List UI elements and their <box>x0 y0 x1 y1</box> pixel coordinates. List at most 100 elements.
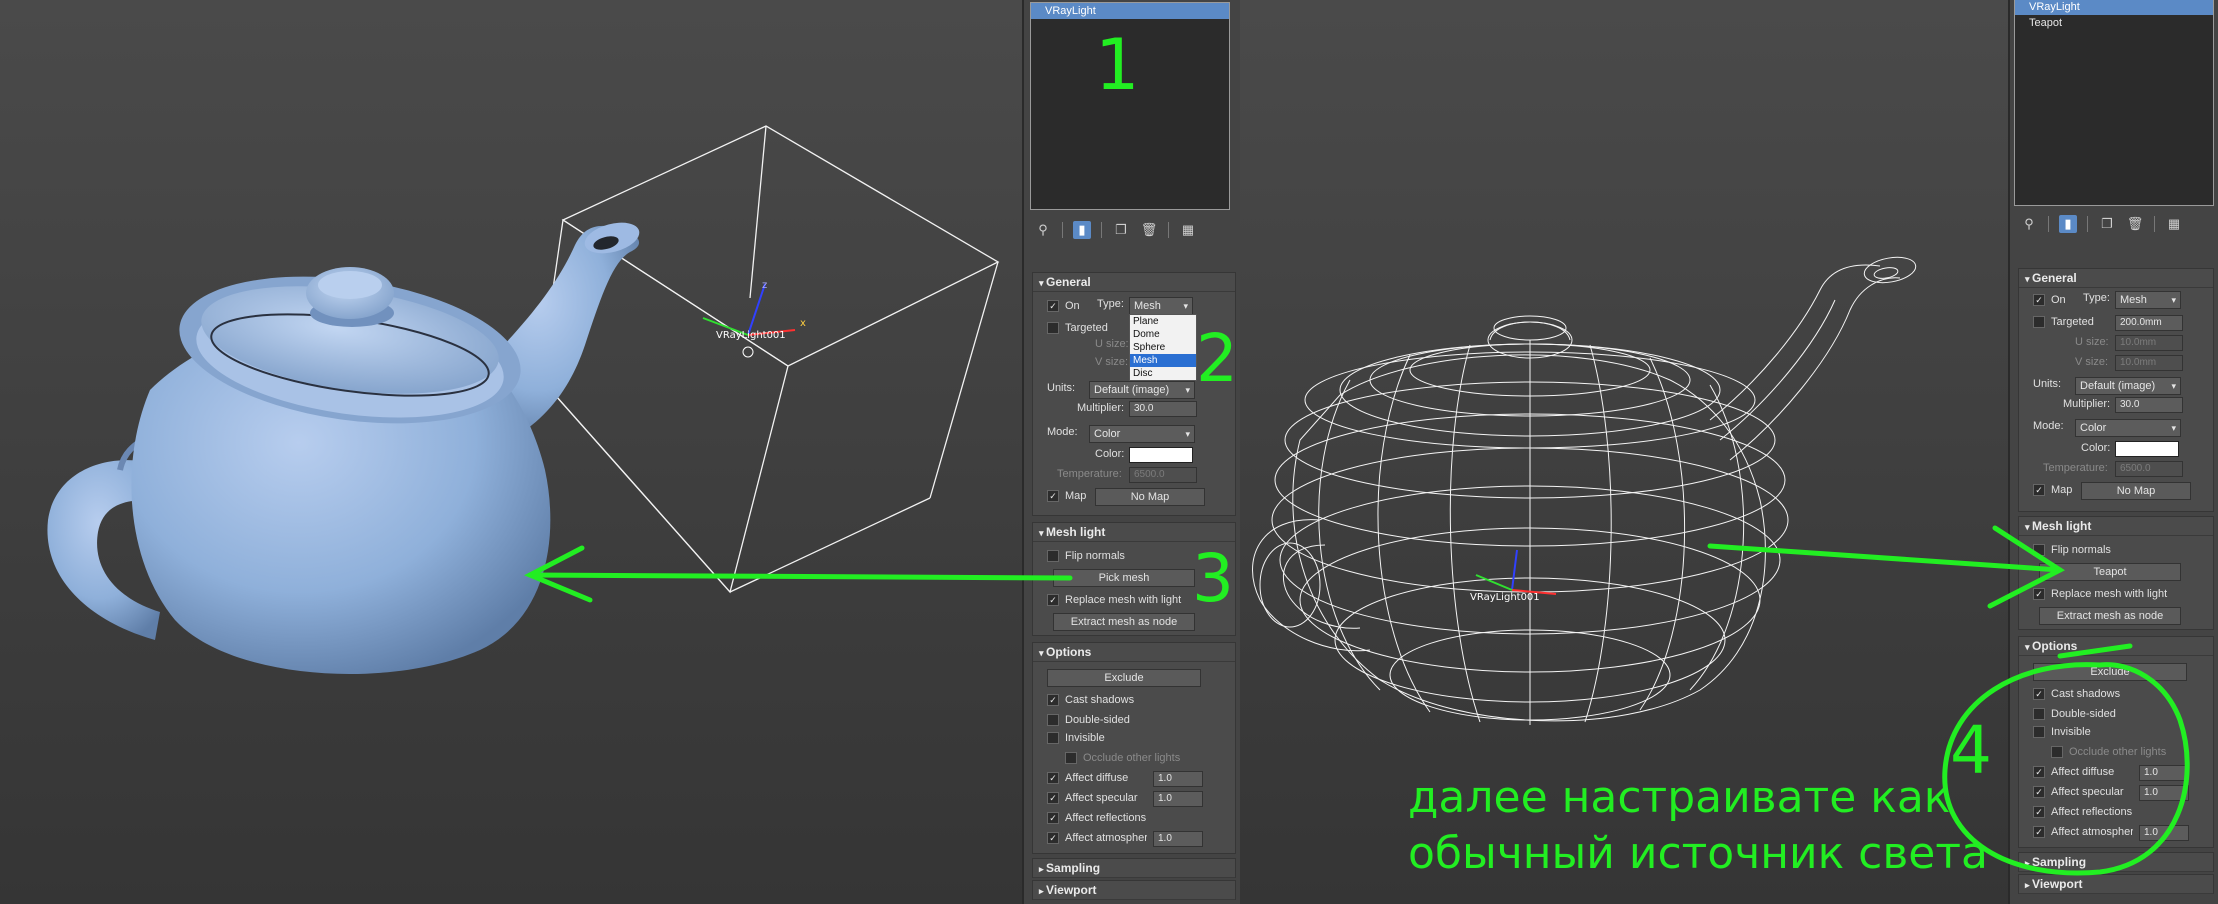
checkbox-box <box>1047 714 1059 727</box>
type-option[interactable]: Disc <box>1130 367 1196 380</box>
modifier-stack-item[interactable]: VRayLight <box>2015 0 2213 15</box>
modifier-stack-item[interactable]: VRayLight <box>1031 3 1229 19</box>
cast-shadows-label: Cast shadows <box>1065 694 1135 706</box>
affect-specular-spinner[interactable]: 1.0 <box>2139 785 2189 801</box>
temperature-spinner[interactable]: 6500.0 <box>1129 467 1197 483</box>
show-end-result-icon[interactable]: ▮ <box>1073 221 1091 239</box>
configure-sets-icon[interactable]: ▦ <box>1179 221 1197 239</box>
no-map-button[interactable]: No Map <box>1095 488 1205 506</box>
options-rollout-header[interactable]: Options <box>1033 643 1235 662</box>
occlude-checkbox[interactable]: Occlude other lights <box>2051 743 2166 761</box>
u-size-spinner[interactable]: 10.0mm <box>2115 335 2183 351</box>
checkbox-box: ✓ <box>1047 832 1059 845</box>
type-option-selected[interactable]: Mesh <box>1130 354 1196 367</box>
affect-reflections-checkbox[interactable]: ✓ Affect reflections <box>2033 803 2132 821</box>
map-checkbox[interactable]: ✓ Map <box>2033 481 2072 499</box>
show-end-result-icon[interactable]: ▮ <box>2059 215 2077 233</box>
extract-mesh-button[interactable]: Extract mesh as node <box>1053 613 1195 631</box>
make-unique-icon[interactable]: ❐ <box>2098 215 2116 233</box>
replace-mesh-checkbox[interactable]: ✓ Replace mesh with light <box>1047 591 1181 609</box>
affect-diffuse-spinner[interactable]: 1.0 <box>1153 771 1203 787</box>
sampling-rollout-header[interactable]: Sampling <box>1033 859 1235 878</box>
affect-specular-checkbox[interactable]: ✓ Affect specular <box>1047 789 1138 807</box>
map-checkbox[interactable]: ✓ Map <box>1047 487 1086 505</box>
sampling-rollout-header[interactable]: Sampling <box>2019 853 2213 872</box>
affect-diffuse-spinner[interactable]: 1.0 <box>2139 765 2189 781</box>
teapot-mesh-button[interactable]: Teapot <box>2039 563 2181 581</box>
type-dropdown[interactable]: Mesh <box>2115 291 2181 309</box>
multiplier-spinner[interactable]: 30.0 <box>1129 401 1197 417</box>
units-dropdown[interactable]: Default (image) <box>2075 377 2181 395</box>
affect-atmospheric-checkbox[interactable]: ✓ Affect atmospheric <box>1047 829 1147 847</box>
viewport-right[interactable]: VRayLight001 <box>1240 0 2008 904</box>
targeted-checkbox[interactable]: Targeted <box>2033 313 2094 331</box>
affect-specular-spinner[interactable]: 1.0 <box>1153 791 1203 807</box>
invisible-checkbox[interactable]: Invisible <box>1047 729 1105 747</box>
instruction-note: далее настраивате как обычный источник с… <box>1408 770 1988 882</box>
remove-modifier-icon[interactable]: 🗑 <box>1140 221 1158 239</box>
modifier-stack-list[interactable]: VRayLight Teapot <box>2014 0 2214 206</box>
type-option[interactable]: Dome <box>1130 328 1196 341</box>
type-label: Type: <box>2083 292 2110 304</box>
viewport-rollout-header[interactable]: Viewport <box>1033 881 1235 900</box>
double-sided-checkbox[interactable]: Double-sided <box>2033 705 2116 723</box>
type-dropdown-list[interactable]: Plane Dome Sphere Mesh Disc <box>1129 314 1197 381</box>
mode-dropdown[interactable]: Color <box>1089 425 1195 443</box>
multiplier-spinner[interactable]: 30.0 <box>2115 397 2183 413</box>
type-dropdown[interactable]: Mesh <box>1129 297 1193 315</box>
no-map-button[interactable]: No Map <box>2081 482 2191 500</box>
invisible-checkbox[interactable]: Invisible <box>2033 723 2091 741</box>
mode-dropdown[interactable]: Color <box>2075 419 2181 437</box>
temperature-spinner[interactable]: 6500.0 <box>2115 461 2183 477</box>
pin-stack-icon[interactable]: ⚲ <box>2020 215 2038 233</box>
affect-diffuse-checkbox[interactable]: ✓ Affect diffuse <box>1047 769 1128 787</box>
toolbar-divider <box>2048 216 2049 232</box>
cast-shadows-checkbox[interactable]: ✓ Cast shadows <box>1047 691 1134 709</box>
affect-atmospheric-spinner[interactable]: 1.0 <box>1153 831 1203 847</box>
options-rollout-header[interactable]: Options <box>2019 637 2213 656</box>
on-checkbox[interactable]: ✓ On <box>2033 291 2066 309</box>
flip-normals-checkbox[interactable]: Flip normals <box>2033 541 2111 559</box>
checkbox-box: ✓ <box>1047 772 1059 785</box>
units-dropdown[interactable]: Default (image) <box>1089 381 1195 399</box>
affect-specular-checkbox[interactable]: ✓ Affect specular <box>2033 783 2124 801</box>
viewport-rollout-header[interactable]: Viewport <box>2019 875 2213 894</box>
viewport-left[interactable]: VRayLight001 x z <box>0 0 1022 904</box>
color-swatch[interactable] <box>2115 441 2179 457</box>
checkbox-box <box>2033 544 2045 557</box>
occlude-checkbox[interactable]: Occlude other lights <box>1065 749 1180 767</box>
affect-reflections-checkbox[interactable]: ✓ Affect reflections <box>1047 809 1146 827</box>
affect-atmospheric-spinner[interactable]: 1.0 <box>2139 825 2189 841</box>
cast-shadows-checkbox[interactable]: ✓ Cast shadows <box>2033 685 2120 703</box>
instruction-note-line-1: далее настраивате как <box>1408 772 1951 823</box>
on-checkbox[interactable]: ✓ On <box>1047 297 1080 315</box>
type-option[interactable]: Plane <box>1130 315 1196 328</box>
targeted-distance-spinner[interactable]: 200.0mm <box>2115 315 2183 331</box>
checkbox-box <box>2033 726 2045 739</box>
modifier-toolbar: ⚲ ▮ ❐ 🗑 ▦ <box>2010 212 2183 236</box>
v-size-spinner[interactable]: 10.0mm <box>2115 355 2183 371</box>
checkbox-box: ✓ <box>2033 294 2045 307</box>
double-sided-checkbox[interactable]: Double-sided <box>1047 711 1130 729</box>
extract-mesh-button[interactable]: Extract mesh as node <box>2039 607 2181 625</box>
pick-mesh-button[interactable]: Pick mesh <box>1053 569 1195 587</box>
general-rollout-header[interactable]: General <box>1033 273 1235 292</box>
pin-stack-icon[interactable]: ⚲ <box>1034 221 1052 239</box>
general-rollout-header[interactable]: General <box>2019 269 2213 288</box>
flip-normals-checkbox[interactable]: Flip normals <box>1047 547 1125 565</box>
exclude-button[interactable]: Exclude <box>2033 663 2187 681</box>
configure-sets-icon[interactable]: ▦ <box>2165 215 2183 233</box>
type-option[interactable]: Sphere <box>1130 341 1196 354</box>
replace-mesh-checkbox[interactable]: ✓ Replace mesh with light <box>2033 585 2167 603</box>
make-unique-icon[interactable]: ❐ <box>1112 221 1130 239</box>
mesh-light-rollout-header[interactable]: Mesh light <box>2019 517 2213 536</box>
affect-atmospheric-checkbox[interactable]: ✓ Affect atmospheric <box>2033 823 2133 841</box>
checkbox-box: ✓ <box>1047 300 1059 313</box>
step-3-marker: 3 <box>1192 540 1234 617</box>
remove-modifier-icon[interactable]: 🗑 <box>2126 215 2144 233</box>
modifier-stack-item[interactable]: Teapot <box>2015 15 2213 31</box>
units-label: Units: <box>1047 382 1076 394</box>
exclude-button[interactable]: Exclude <box>1047 669 1201 687</box>
affect-diffuse-checkbox[interactable]: ✓ Affect diffuse <box>2033 763 2114 781</box>
color-swatch[interactable] <box>1129 447 1193 463</box>
